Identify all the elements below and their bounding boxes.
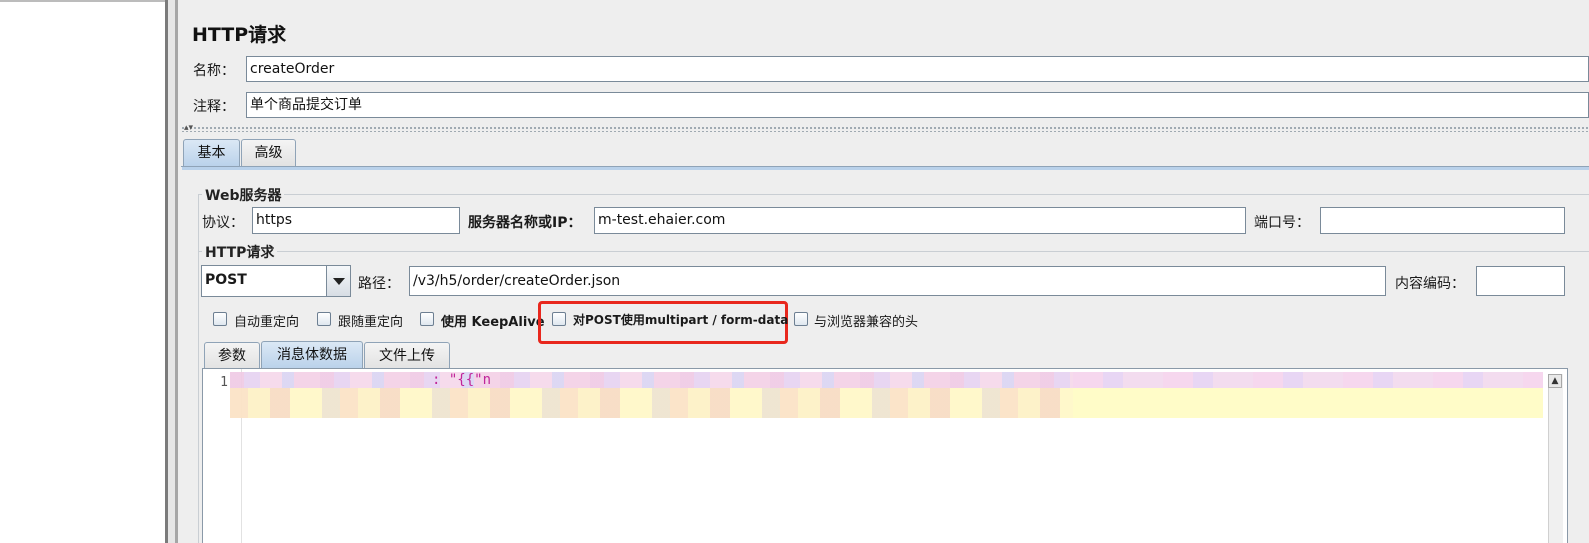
scroll-up-icon[interactable]: ▲	[1548, 374, 1562, 388]
editor-code-text: : "{{"n	[432, 372, 492, 388]
multipart-checkbox[interactable]	[552, 312, 566, 326]
redacted-code-line-1-tail	[1073, 372, 1543, 388]
method-value: POST	[205, 272, 247, 288]
method-dropdown-button[interactable]	[326, 266, 350, 296]
tab-advanced[interactable]: 高级	[241, 139, 296, 166]
follow-redirect-label: 跟随重定向	[338, 315, 404, 330]
follow-redirect-checkbox[interactable]	[317, 312, 331, 326]
name-label: 名称：	[193, 63, 235, 79]
http-request-group-border	[198, 251, 1589, 252]
test-plan-tree[interactable]	[0, 0, 165, 543]
multipart-label: 对POST使用multipart / form-data	[573, 313, 789, 327]
chevron-down-icon	[333, 278, 345, 285]
redacted-code-line-2-tail	[1073, 388, 1543, 418]
browser-compatible-headers-checkbox[interactable]	[794, 312, 808, 326]
web-server-group-border	[198, 194, 1589, 195]
tree-top-border	[0, 0, 165, 2]
tab-content-strip	[182, 167, 1589, 170]
group-left-border	[198, 194, 199, 543]
method-select[interactable]: POST	[201, 265, 351, 297]
encoding-input[interactable]	[1476, 266, 1565, 296]
protocol-input[interactable]: https	[252, 207, 460, 234]
auto-redirect-checkbox[interactable]	[213, 312, 227, 326]
editor-vertical-scrollbar[interactable]	[1548, 374, 1563, 543]
tab-basic[interactable]: 基本	[183, 139, 240, 167]
path-input[interactable]: /v3/h5/order/createOrder.json	[409, 266, 1386, 296]
resize-divider[interactable]	[181, 126, 1589, 132]
name-input[interactable]: createOrder	[246, 56, 1589, 82]
keepalive-label: 使用 KeepAlive	[441, 315, 545, 330]
keepalive-checkbox[interactable]	[420, 312, 434, 326]
comment-label: 注释：	[193, 99, 235, 115]
path-label: 路径：	[358, 276, 400, 292]
web-server-group-title: Web服务器	[202, 185, 285, 205]
splitter-handle[interactable]	[175, 0, 178, 543]
protocol-label: 协议：	[202, 215, 244, 231]
tab-parameters[interactable]: 参数	[204, 342, 260, 369]
tab-file-upload[interactable]: 文件上传	[364, 342, 450, 369]
encoding-label: 内容编码：	[1395, 276, 1465, 292]
server-label: 服务器名称或IP：	[468, 215, 582, 231]
line-number: 1	[220, 375, 228, 390]
server-input[interactable]: m-test.ehaier.com	[594, 207, 1246, 234]
panel-title: HTTP请求	[192, 24, 287, 46]
http-request-group-title: HTTP请求	[202, 242, 278, 262]
auto-redirect-label: 自动重定向	[234, 315, 300, 330]
collapse-arrows-icon[interactable]: ▴▾	[184, 123, 193, 133]
tab-body-data[interactable]: 消息体数据	[261, 341, 363, 369]
port-label: 端口号：	[1254, 215, 1310, 231]
browser-compatible-headers-label: 与浏览器兼容的头	[814, 315, 919, 330]
comment-input[interactable]: 单个商品提交订单	[246, 92, 1589, 118]
port-input[interactable]	[1320, 207, 1565, 234]
